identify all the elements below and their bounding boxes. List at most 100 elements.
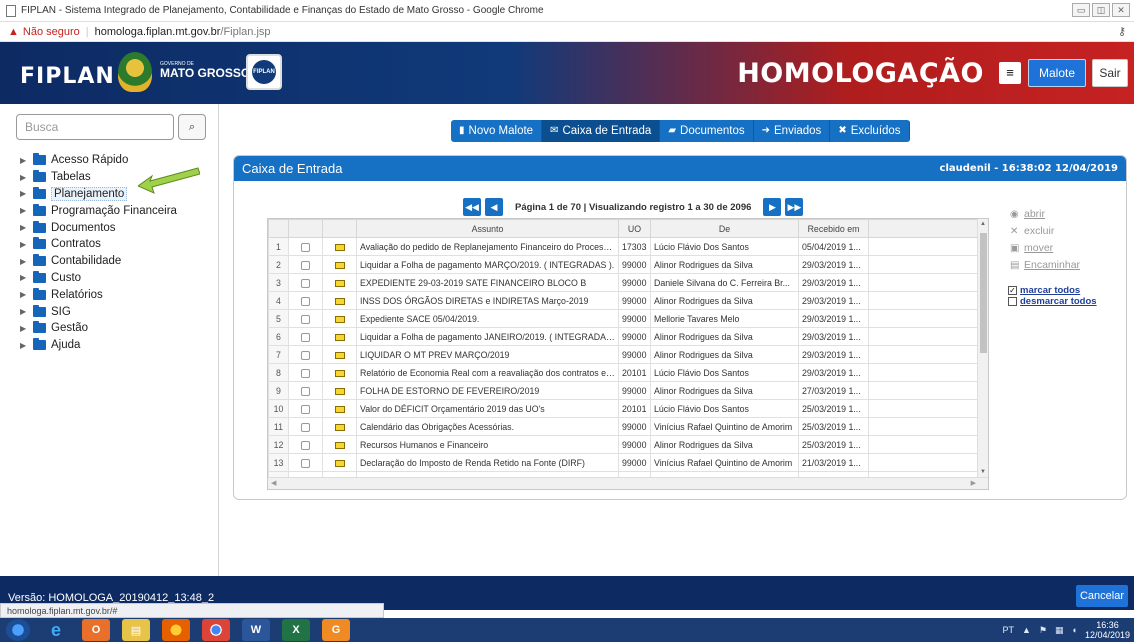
mover-action[interactable]: ▣ mover (1010, 240, 1080, 257)
caret-right-icon[interactable]: ▶ (20, 341, 29, 350)
checkbox[interactable] (301, 296, 310, 306)
last-page-button[interactable]: ▶▶ (785, 198, 804, 216)
file-explorer-icon[interactable]: ▤ (122, 619, 150, 641)
menu-button[interactable]: ≡ (999, 62, 1021, 84)
checkbox[interactable] (301, 458, 310, 468)
tree-item-contratos[interactable]: ▶ Contratos (20, 236, 177, 253)
start-button[interactable] (6, 619, 30, 641)
outlook-icon[interactable]: O (82, 619, 110, 641)
scroll-up-icon[interactable]: ▲ (980, 221, 986, 227)
row-checkbox[interactable] (288, 363, 323, 382)
caret-right-icon[interactable]: ▶ (20, 273, 29, 282)
header-uo[interactable]: UO (618, 219, 651, 238)
row-checkbox[interactable] (288, 237, 323, 256)
key-icon[interactable]: ⚷ (1118, 25, 1126, 38)
desmarcar-todos[interactable]: desmarcar todos (1008, 296, 1097, 307)
caret-right-icon[interactable]: ▶ (20, 257, 29, 266)
tab-excluidos[interactable]: ✖ Excluídos (830, 120, 910, 142)
row-checkbox[interactable] (288, 273, 323, 292)
word-icon[interactable]: W (242, 619, 270, 641)
fiplan-logo[interactable]: FIPLAN (20, 64, 115, 89)
row-checkbox[interactable] (288, 435, 323, 454)
checkbox[interactable] (301, 278, 310, 288)
caret-right-icon[interactable]: ▶ (20, 189, 29, 198)
caret-right-icon[interactable]: ▶ (20, 290, 29, 299)
tree-item-documentos[interactable]: ▶ Documentos (20, 219, 177, 236)
tree-item-contabilidade[interactable]: ▶ Contabilidade (20, 253, 177, 270)
header-assunto[interactable]: Assunto (356, 219, 619, 238)
scroll-thumb[interactable] (980, 233, 987, 353)
search-button[interactable]: ⌕ (178, 114, 206, 140)
table-row[interactable]: 7 LIQUIDAR O MT PREV MARÇO/2019 99000 Alino… (268, 345, 979, 364)
malote-button[interactable]: Malote (1028, 59, 1086, 87)
row-checkbox[interactable] (288, 417, 323, 436)
checkbox[interactable] (301, 332, 310, 342)
caret-right-icon[interactable]: ▶ (20, 156, 29, 165)
chrome-icon[interactable] (202, 619, 230, 641)
tab-novo-malote[interactable]: ▮ Novo Malote (451, 120, 543, 142)
checkbox[interactable] (301, 314, 310, 324)
abrir-action[interactable]: ◉ abrir (1010, 206, 1080, 223)
table-row[interactable]: 5 Expediente SACE 05/04/2019. 99000 Mellori… (268, 309, 979, 328)
tree-item-custo[interactable]: ▶ Custo (20, 270, 177, 287)
firefox-icon[interactable] (162, 619, 190, 641)
excluir-action[interactable]: ✕ excluir (1010, 223, 1080, 240)
table-row[interactable]: 9 FOLHA DE ESTORNO DE FEVEREIRO/2019 99000… (268, 381, 979, 400)
prev-page-button[interactable]: ◀ (485, 198, 503, 216)
tab-documentos[interactable]: ▰ Documentos (660, 120, 754, 142)
row-checkbox[interactable] (288, 291, 323, 310)
table-row[interactable]: 2 Liquidar a Folha de pagamento MARÇO/201… (268, 255, 979, 274)
checkbox[interactable] (301, 440, 310, 450)
header-recebido[interactable]: Recebido em (798, 219, 869, 238)
row-checkbox[interactable] (288, 255, 323, 274)
table-row[interactable]: 8 Relatório de Economia Real com a reaval… (268, 363, 979, 382)
checkbox[interactable] (301, 386, 310, 396)
search-input[interactable] (16, 114, 174, 140)
tab-enviados[interactable]: ➜ Enviados (753, 120, 831, 142)
row-checkbox[interactable] (288, 327, 323, 346)
horizontal-scrollbar[interactable]: ◀ ▶ (268, 477, 988, 489)
encaminhar-action[interactable]: ▤ Encaminhar (1010, 257, 1080, 274)
excel-icon[interactable]: X (282, 619, 310, 641)
table-row[interactable]: 12 Recursos Humanos e Financeiro 99000 Alin… (268, 435, 979, 454)
address-bar[interactable]: ▲ Não seguro | homologa.fiplan.mt.gov.br… (0, 22, 1134, 42)
tree-item-gestao[interactable]: ▶ Gestão (20, 320, 177, 337)
table-row[interactable]: 3 EXPEDIENTE 29-03-2019 SATE FINANCEIRO B… (268, 273, 979, 292)
vertical-scrollbar[interactable]: ▲ ▼ (977, 219, 988, 477)
checkbox[interactable] (301, 368, 310, 378)
row-checkbox[interactable] (288, 453, 323, 472)
marcar-todos[interactable]: ✓ marcar todos (1008, 285, 1097, 296)
minimize-icon[interactable]: ▭ (1072, 3, 1090, 17)
language-indicator[interactable]: PT (1002, 625, 1014, 635)
caret-right-icon[interactable]: ▶ (20, 240, 29, 249)
checkbox[interactable] (301, 350, 310, 360)
next-page-button[interactable]: ▶ (763, 198, 782, 216)
table-row[interactable]: 6 Liquidar a Folha de pagamento JANEIRO/2… (268, 327, 979, 346)
caret-right-icon[interactable]: ▶ (20, 324, 29, 333)
row-checkbox[interactable] (288, 345, 323, 364)
tree-item-ajuda[interactable]: ▶ Ajuda (20, 337, 177, 354)
first-page-button[interactable]: ◀◀ (463, 198, 481, 216)
tree-item-sig[interactable]: ▶ SIG (20, 303, 177, 320)
checkbox[interactable] (301, 260, 310, 270)
app-icon[interactable]: G (322, 619, 350, 641)
internet-explorer-icon[interactable]: e (42, 619, 70, 641)
table-row[interactable]: 4 INSS DOS ÓRGÃOS DIRETAS e INDIRETAS Mar… (268, 291, 979, 310)
row-checkbox[interactable] (288, 399, 323, 418)
network-icon[interactable]: ▦ (1055, 625, 1064, 636)
tree-item-programacao-financeira[interactable]: ▶ Programação Financeira (20, 202, 177, 219)
scroll-down-icon[interactable]: ▼ (980, 469, 986, 475)
tray-chevron-icon[interactable]: ▲ (1022, 625, 1031, 635)
tree-item-relatorios[interactable]: ▶ Relatórios (20, 286, 177, 303)
cancelar-button[interactable]: Cancelar (1076, 585, 1128, 607)
table-row[interactable]: 1 Avaliação do pedido de Replanejamento F… (268, 237, 979, 256)
row-checkbox[interactable] (288, 309, 323, 328)
row-checkbox[interactable] (288, 381, 323, 400)
checkbox[interactable] (301, 422, 310, 432)
caret-right-icon[interactable]: ▶ (20, 223, 29, 232)
header-de[interactable]: De (650, 219, 799, 238)
clock[interactable]: 16:36 12/04/2019 (1085, 620, 1130, 640)
table-row[interactable]: 10 Valor do DÉFICIT Orçamentário 2019 das… (268, 399, 979, 418)
caret-right-icon[interactable]: ▶ (20, 173, 29, 182)
table-row[interactable]: 11 Calendário das Obrigações Acessórias. 9… (268, 417, 979, 436)
